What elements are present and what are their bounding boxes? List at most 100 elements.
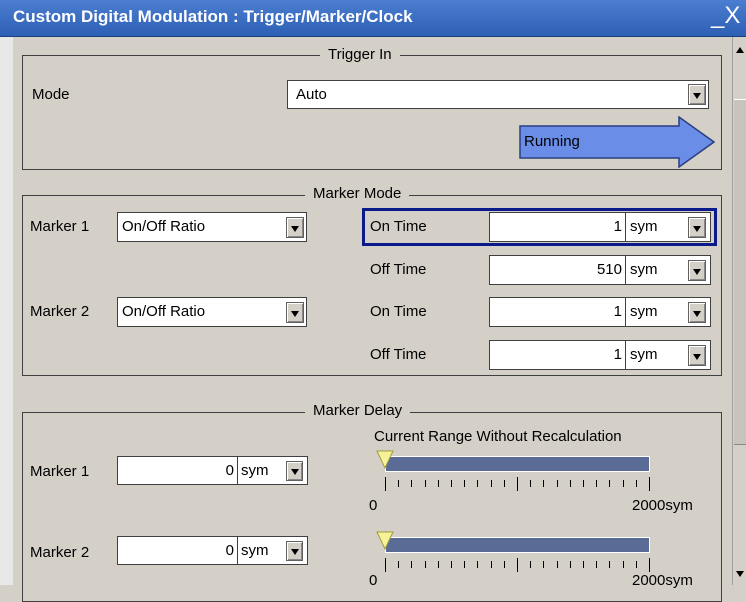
range-caption: Current Range Without Recalculation (374, 428, 622, 445)
marker2-on-time-input[interactable]: 1 (489, 297, 626, 327)
chevron-down-icon[interactable] (688, 260, 706, 281)
delay-scale-2 (385, 556, 651, 578)
mode-dropdown[interactable]: Auto (287, 80, 709, 109)
marker2-off-time-unit-value: sym (630, 346, 658, 363)
marker2-on-time-label: On Time (370, 303, 427, 320)
delay-marker2-unit[interactable]: sym (238, 536, 308, 565)
delay-range-max-1: 2000sym (632, 497, 693, 514)
delay-marker1-input[interactable]: 0 (117, 456, 238, 485)
chevron-down-icon[interactable] (286, 461, 303, 481)
scale-tick (596, 561, 597, 568)
scale-tick (557, 561, 558, 568)
mode-value: Auto (296, 86, 327, 103)
scale-tick (451, 561, 452, 568)
scale-tick (438, 561, 439, 568)
scale-tick (411, 480, 412, 487)
scale-tick (609, 561, 610, 568)
scale-tick (649, 558, 650, 572)
marker-delay-title: Marker Delay (305, 402, 411, 419)
scale-tick (649, 477, 650, 491)
scale-tick (543, 561, 544, 568)
delay-slider-marker2[interactable] (376, 531, 394, 551)
slider-thumb-icon[interactable] (376, 531, 394, 551)
window-left-edge (0, 37, 13, 585)
running-status-label: Running (524, 133, 580, 150)
scale-tick (398, 561, 399, 568)
scale-tick (609, 480, 610, 487)
off-time-label: Off Time (370, 261, 427, 278)
scale-tick (385, 558, 386, 572)
off-time-unit[interactable]: sym (626, 255, 711, 285)
scale-tick (570, 480, 571, 487)
scale-tick (623, 480, 624, 487)
marker1-mode-value: On/Off Ratio (122, 218, 206, 235)
scale-tick (504, 480, 505, 487)
scale-tick (583, 480, 584, 487)
scroll-down-icon[interactable] (733, 565, 746, 583)
chevron-down-icon[interactable] (286, 541, 303, 561)
marker1-mode-label: Marker 1 (30, 218, 90, 235)
delay-marker1-label: Marker 1 (30, 463, 90, 480)
marker2-mode-value: On/Off Ratio (122, 303, 206, 320)
marker-mode-title: Marker Mode (305, 185, 410, 202)
scale-tick (491, 480, 492, 487)
off-time-unit-value: sym (630, 261, 658, 278)
scale-tick (636, 480, 637, 487)
scale-tick (530, 561, 531, 568)
trigger-in-title: Trigger In (320, 46, 400, 63)
delay-marker2-input[interactable]: 0 (117, 536, 238, 565)
scale-tick (557, 480, 558, 487)
delay-slider-marker1[interactable] (376, 450, 394, 470)
close-icon[interactable]: _X (711, 4, 746, 28)
scale-tick (504, 561, 505, 568)
delay-range-min-2: 0 (369, 572, 378, 589)
scale-tick (398, 480, 399, 487)
scale-tick (464, 561, 465, 568)
on-time-input[interactable]: 1 (489, 212, 626, 242)
scale-tick (583, 561, 584, 568)
off-time-input[interactable]: 510 (489, 255, 626, 285)
scale-tick (477, 480, 478, 487)
chevron-down-icon[interactable] (286, 302, 304, 323)
delay-range-bar-1 (385, 456, 650, 472)
marker1-mode-dropdown[interactable]: On/Off Ratio (117, 212, 307, 242)
scroll-up-icon[interactable] (733, 41, 746, 59)
scale-tick (425, 480, 426, 487)
marker2-off-time-input[interactable]: 1 (489, 340, 626, 370)
marker2-mode-dropdown[interactable]: On/Off Ratio (117, 297, 307, 327)
delay-scale-1 (385, 475, 651, 497)
window-title: Custom Digital Modulation : Trigger/Mark… (13, 7, 413, 26)
delay-marker1-unit[interactable]: sym (238, 456, 308, 485)
delay-range-max-2: 2000sym (632, 572, 693, 589)
chevron-down-icon[interactable] (286, 217, 304, 238)
marker2-on-time-unit-value: sym (630, 303, 658, 320)
mode-label: Mode (32, 86, 70, 103)
scale-tick (596, 480, 597, 487)
scale-tick (411, 561, 412, 568)
scale-tick (623, 561, 624, 568)
delay-range-bar-2 (385, 537, 650, 553)
chevron-down-icon[interactable] (688, 217, 706, 238)
scale-tick (451, 480, 452, 487)
on-time-label: On Time (370, 218, 427, 235)
marker2-off-time-unit[interactable]: sym (626, 340, 711, 370)
slider-thumb-icon[interactable] (376, 450, 394, 470)
delay-range-min-1: 0 (369, 497, 378, 514)
marker2-off-time-label: Off Time (370, 346, 427, 363)
scale-tick (530, 480, 531, 487)
vertical-scrollbar[interactable] (732, 37, 746, 585)
delay-marker2-label: Marker 2 (30, 544, 90, 561)
chevron-down-icon[interactable] (688, 345, 706, 366)
chevron-down-icon[interactable] (688, 302, 706, 323)
on-time-unit[interactable]: sym (626, 212, 711, 242)
chevron-down-icon[interactable] (688, 84, 706, 105)
scale-tick (425, 561, 426, 568)
scale-tick (464, 480, 465, 487)
scale-tick (477, 561, 478, 568)
scale-tick (543, 480, 544, 487)
marker2-mode-label: Marker 2 (30, 303, 90, 320)
scrollbar-thumb[interactable] (734, 99, 746, 445)
scale-tick (517, 477, 518, 491)
marker2-on-time-unit[interactable]: sym (626, 297, 711, 327)
delay-marker1-unit-value: sym (241, 462, 269, 479)
